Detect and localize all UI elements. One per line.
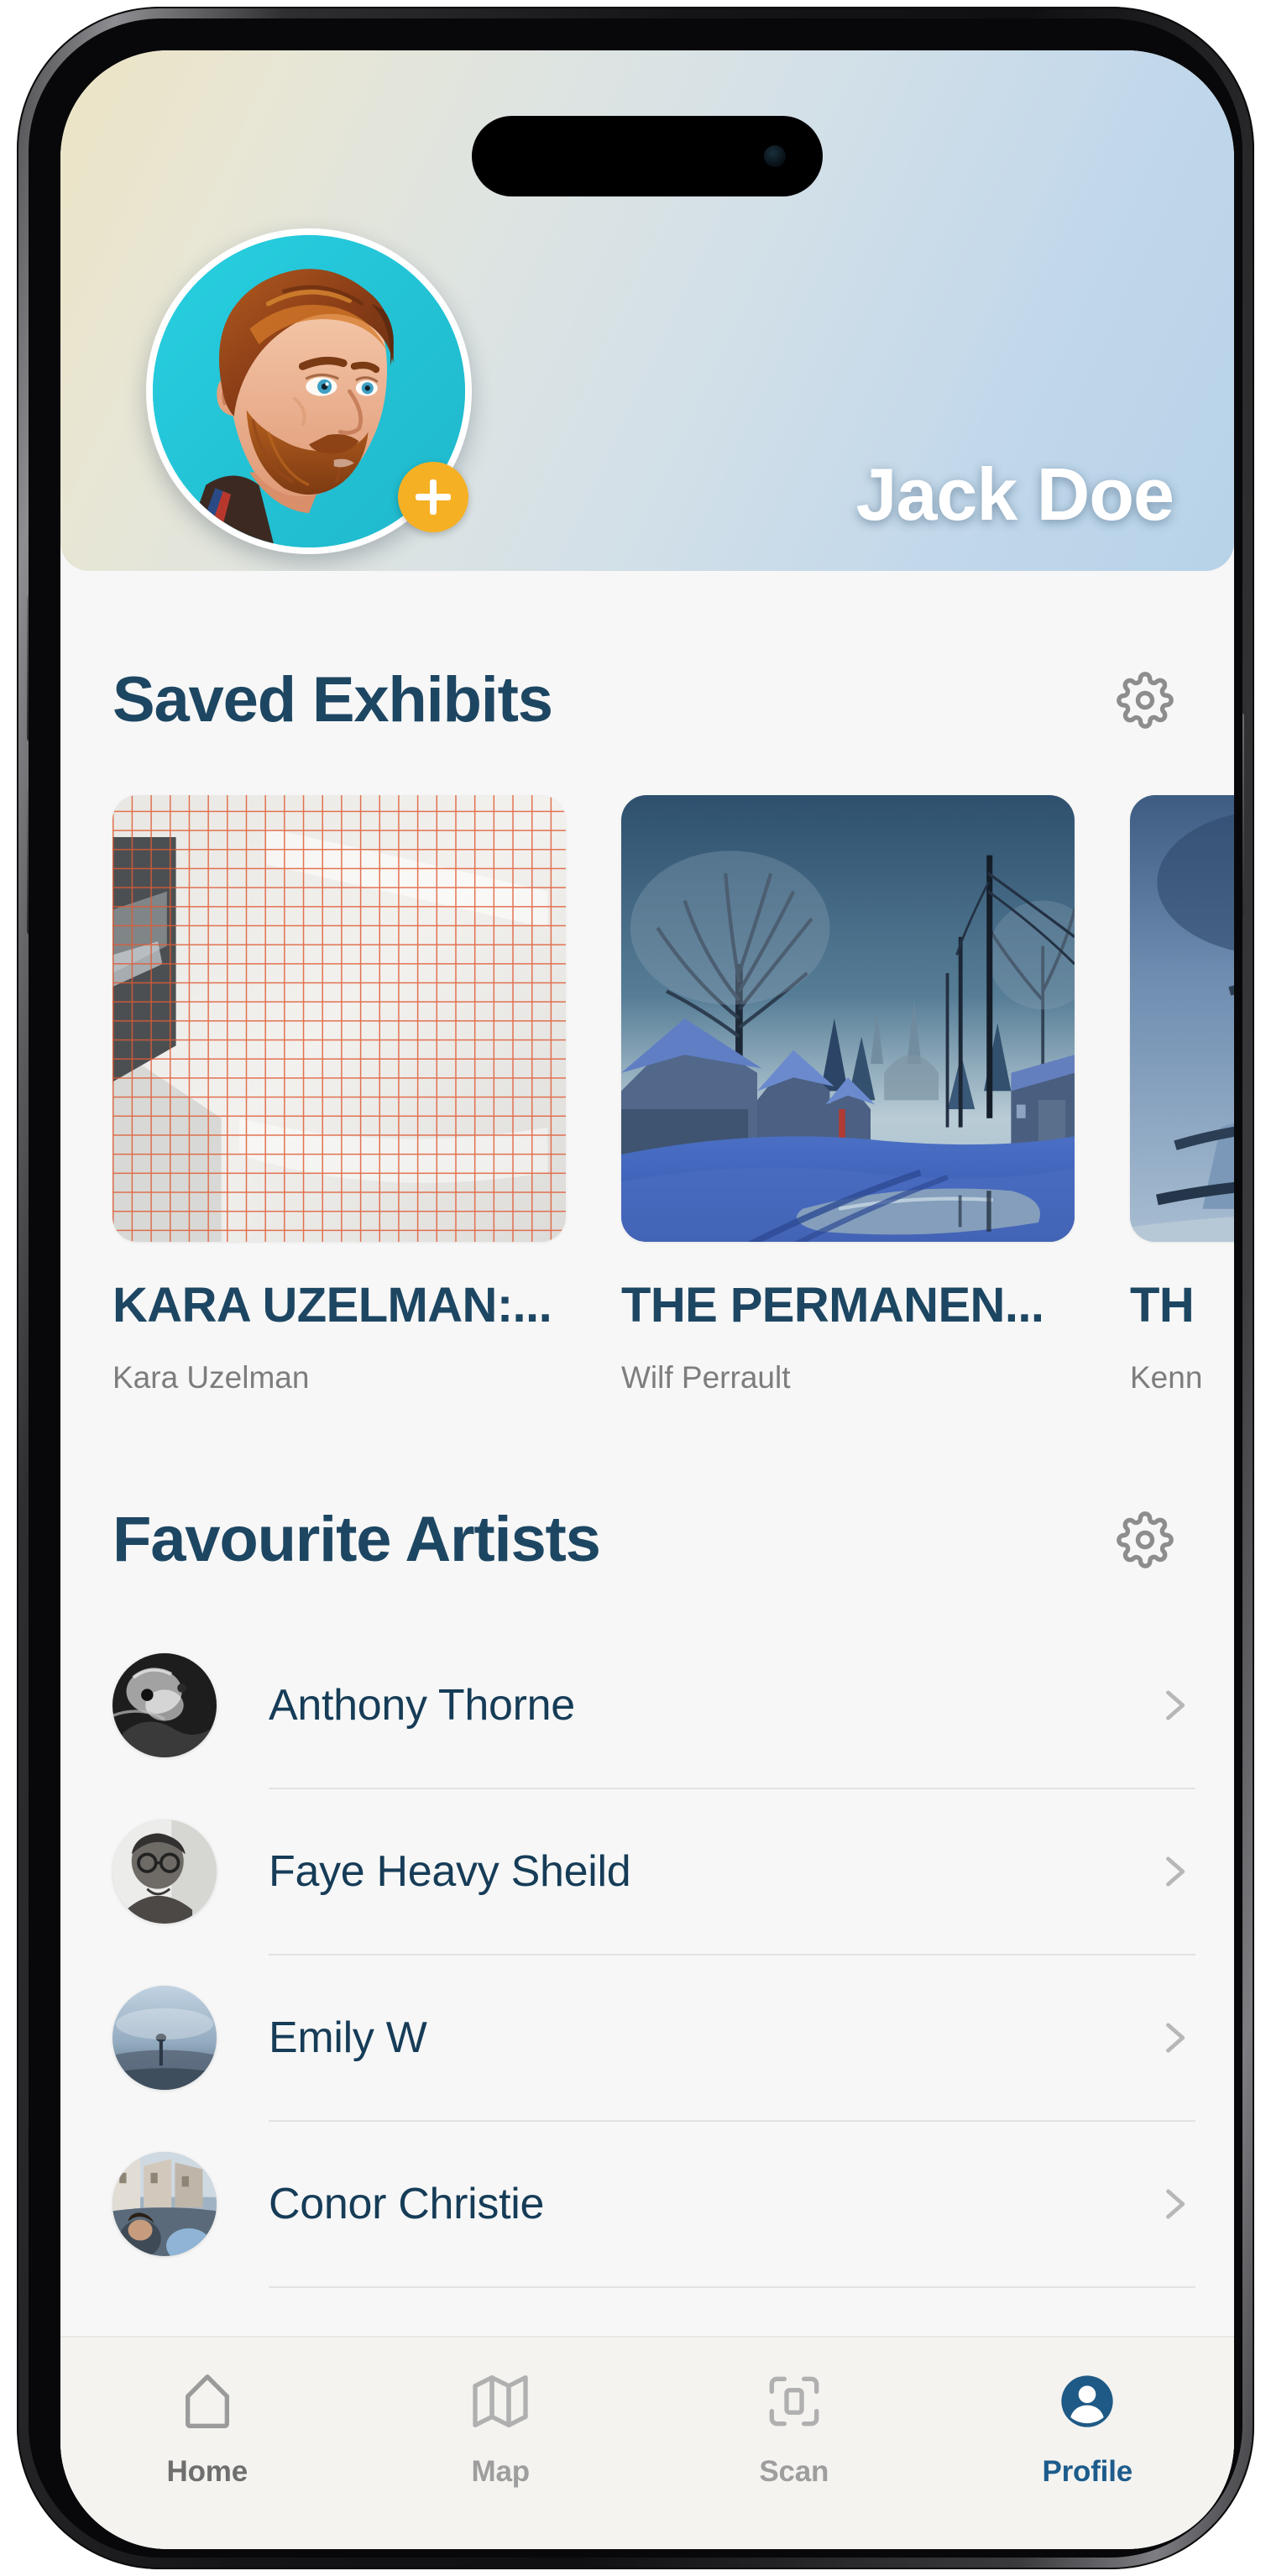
bottom-tab-bar: Home Map Scan Profile [60,2336,1234,2549]
saved-exhibits-settings-button[interactable] [1113,668,1177,732]
plus-icon-vertical [430,479,437,515]
front-camera-icon [764,145,786,167]
tab-scan-label: Scan [759,2455,829,2488]
artist-name: Faye Heavy Sheild [269,1847,631,1896]
favourite-artists-list: Anthony Thorne Faye Heavy Sheild Emily W… [60,1623,1234,2288]
exhibit-title: KARA UZELMAN:... [112,1278,552,1333]
exhibit-artist: Kenn [1130,1360,1203,1395]
exhibit-title: THE PERMANEN... [621,1278,1044,1333]
exhibit-artist: Kara Uzelman [112,1360,310,1395]
artist-row[interactable]: Emily W [112,1956,1234,2120]
phone-bezel: Jack Doe Saved Exhibits KARA UZELMAN:...… [29,18,1242,2558]
phone-frame: Jack Doe Saved Exhibits KARA UZELMAN:...… [17,7,1254,2569]
tab-profile[interactable]: Profile [941,2366,1235,2489]
profile-icon [1054,2366,1121,2437]
profile-header: Jack Doe [60,50,1234,571]
artist-avatar [112,1986,217,2090]
scan-icon [761,2366,828,2437]
artist-name: Conor Christie [269,2180,545,2228]
favourite-artists-settings-button[interactable] [1113,1508,1177,1572]
artist-name: Emily W [269,2013,427,2062]
tab-map[interactable]: Map [354,2366,648,2489]
chevron-right-icon[interactable] [1152,2182,1195,2226]
favourite-artists-title: Favourite Artists [112,1504,601,1575]
avatar[interactable] [146,228,472,554]
tab-home-label: Home [166,2455,248,2488]
exhibit-card[interactable]: KARA UZELMAN:... Kara Uzelman [112,795,566,1395]
exhibit-thumbnail [112,795,566,1242]
tab-scan[interactable]: Scan [647,2366,941,2489]
saved-exhibits-header: Saved Exhibits [60,663,1234,736]
saved-exhibits-title: Saved Exhibits [112,664,553,736]
gear-icon [1117,1511,1174,1568]
artist-avatar [112,1653,217,1757]
exhibit-thumbnail [621,795,1075,1242]
exhibit-card[interactable]: TH Kenn [1130,795,1234,1395]
tab-home[interactable]: Home [60,2366,354,2489]
artist-row[interactable]: Faye Heavy Sheild [112,1789,1234,1954]
artist-avatar [112,2152,217,2256]
saved-exhibits-carousel[interactable]: KARA UZELMAN:... Kara Uzelman THE PERMAN… [60,736,1234,1395]
favourite-artists-header: Favourite Artists [60,1503,1234,1576]
exhibit-card[interactable]: THE PERMANEN... Wilf Perrault [621,795,1075,1395]
chevron-right-icon[interactable] [1152,1683,1195,1727]
gear-icon [1117,671,1174,729]
phone-screen: Jack Doe Saved Exhibits KARA UZELMAN:...… [60,50,1234,2549]
home-icon [174,2366,241,2437]
artist-row[interactable]: Conor Christie [112,2122,1234,2286]
artist-row[interactable]: Anthony Thorne [112,1623,1234,1788]
artist-avatar [112,1819,217,1924]
profile-content: Saved Exhibits KARA UZELMAN:... Kara Uze… [60,571,1234,2549]
exhibit-title: TH [1130,1278,1195,1333]
exhibit-thumbnail [1130,795,1234,1242]
list-divider [269,2286,1195,2288]
chevron-right-icon[interactable] [1152,1850,1195,1893]
tab-map-label: Map [471,2455,531,2488]
add-photo-badge[interactable] [398,462,468,532]
map-icon [467,2366,534,2437]
profile-name: Jack Doe [855,453,1174,536]
chevron-right-icon[interactable] [1152,2016,1195,2060]
artist-name: Anthony Thorne [269,1681,575,1730]
dynamic-island [472,116,823,196]
exhibit-artist: Wilf Perrault [621,1360,791,1395]
tab-profile-label: Profile [1042,2455,1132,2488]
